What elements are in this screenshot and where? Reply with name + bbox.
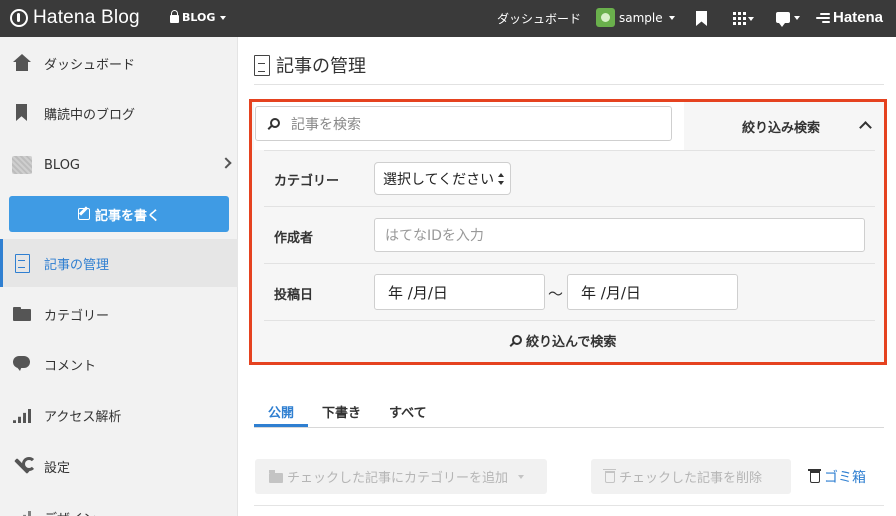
sidebar-item-settings[interactable]: 設定 [0, 442, 238, 490]
sidebar-item-article-management[interactable]: 記事の管理 [0, 239, 238, 287]
hatena-blog-logo-icon [10, 9, 28, 27]
design-icon [12, 507, 32, 516]
notifications-menu[interactable] [776, 12, 800, 27]
bar-chart-icon [12, 405, 32, 425]
page-title-text: 記事の管理 [276, 56, 366, 77]
date-filter-label: 投稿日 [274, 288, 314, 303]
tab-all[interactable]: すべて [375, 396, 441, 427]
sidebar-item-label: BLOG [44, 157, 81, 173]
write-article-button[interactable]: 記事を書く [9, 196, 229, 232]
chevron-right-icon [220, 157, 232, 169]
home-icon [12, 53, 32, 73]
category-select-value: 選択してください [383, 171, 495, 188]
sidebar-item-dashboard[interactable]: ダッシュボード [0, 39, 238, 87]
category-select[interactable]: 選択してください [374, 162, 511, 195]
sidebar-item-label: アクセス解析 [44, 409, 122, 425]
sidebar-item-label: ダッシュボード [44, 57, 136, 73]
delete-checked-label: チェックした記事を削除 [619, 471, 763, 486]
hatena-lines-icon [816, 12, 830, 23]
topbar-dashboard-link[interactable]: ダッシュボード [497, 10, 581, 27]
trash-icon [603, 468, 616, 483]
username: sample [619, 10, 663, 25]
tab-drafts[interactable]: 下書き [308, 396, 375, 427]
tab-published[interactable]: 公開 [254, 396, 309, 427]
sidebar-item-label: 記事の管理 [44, 257, 110, 273]
chevron-down-icon [748, 16, 754, 21]
bookmark-icon [12, 103, 32, 123]
date-range-separator: 〜 [548, 285, 564, 303]
lock-icon [170, 10, 179, 23]
trash-icon [808, 469, 821, 483]
comment-icon [12, 354, 32, 374]
divider [254, 505, 884, 506]
grid-icon [733, 12, 746, 25]
search-placeholder: 記事を検索 [291, 116, 361, 133]
search-icon [510, 335, 522, 346]
document-icon [254, 54, 270, 76]
logo-text: Hatena Blog [33, 7, 140, 28]
edit-icon [77, 208, 90, 220]
author-placeholder: はてなIDを入力 [385, 228, 484, 244]
folder-icon [269, 469, 283, 483]
date-to-value: 年 /月/日 [581, 283, 641, 302]
sidebar: ダッシュボード 購読中のブログ BLOG 記事を書く 記事の管理 カテゴリー コ… [0, 37, 238, 516]
narrow-search-toggle[interactable]: 絞り込み検索 [742, 117, 820, 136]
sidebar-item-analytics[interactable]: アクセス解析 [0, 391, 238, 439]
apps-menu[interactable] [733, 12, 754, 25]
trash-label: ゴミ箱 [824, 470, 866, 486]
category-filter-label: カテゴリー [274, 174, 340, 189]
search-icon [268, 118, 280, 129]
chevron-down-icon [668, 15, 675, 20]
comment-icon [776, 12, 790, 27]
add-category-button[interactable]: チェックした記事にカテゴリーを追加 [255, 459, 547, 494]
sidebar-item-label: カテゴリー [44, 308, 110, 324]
trash-link[interactable]: ゴミ箱 [808, 467, 866, 487]
top-bar: Hatena Blog BLOG ダッシュボード sample Hatena [0, 0, 896, 37]
sidebar-item-label: コメント [44, 358, 97, 374]
submit-label: 絞り込んで検索 [526, 335, 617, 350]
blog-selector[interactable]: BLOG [170, 10, 227, 24]
page-title: 記事の管理 [254, 52, 366, 78]
avatar [596, 8, 615, 27]
sidebar-item-label: デザイン [44, 508, 96, 516]
folder-icon [12, 304, 32, 324]
chevron-down-icon [220, 15, 227, 20]
sidebar-item-comments[interactable]: コメント [0, 340, 238, 388]
date-from-input[interactable]: 年 /月/日 [374, 274, 545, 310]
narrow-search-submit-button[interactable]: 絞り込んで検索 [510, 331, 616, 350]
add-category-label: チェックした記事にカテゴリーを追加 [287, 471, 509, 486]
user-menu[interactable]: sample [596, 8, 675, 27]
chevron-down-icon [794, 15, 800, 20]
divider [264, 150, 875, 151]
author-input[interactable]: はてなIDを入力 [374, 218, 865, 252]
bookmark-icon[interactable] [696, 11, 707, 26]
sidebar-item-design[interactable]: デザイン [0, 493, 238, 516]
divider [264, 263, 875, 264]
hatena-link[interactable]: Hatena [816, 9, 883, 26]
sidebar-item-label: 購読中のブログ [44, 107, 136, 123]
hatena-blog-logo[interactable]: Hatena Blog [10, 7, 140, 29]
date-to-input[interactable]: 年 /月/日 [567, 274, 738, 310]
hatena-text: Hatena [833, 9, 884, 26]
author-filter-label: 作成者 [274, 231, 314, 246]
divider [264, 206, 875, 207]
divider [254, 427, 884, 428]
sidebar-item-subscriptions[interactable]: 購読中のブログ [0, 89, 238, 137]
chevron-down-icon [518, 474, 525, 479]
sidebar-item-label: 設定 [44, 460, 71, 476]
delete-checked-button[interactable]: チェックした記事を削除 [591, 459, 791, 494]
blog-selector-label: BLOG [182, 11, 216, 24]
document-icon [12, 253, 32, 273]
divider [254, 84, 884, 85]
sidebar-item-categories[interactable]: カテゴリー [0, 290, 238, 338]
date-from-value: 年 /月/日 [388, 283, 448, 302]
divider [264, 320, 875, 321]
article-search-input[interactable]: 記事を検索 [255, 106, 672, 141]
blog-thumbnail-icon [12, 155, 32, 175]
sidebar-item-blog[interactable]: BLOG [0, 141, 238, 189]
wrench-icon [12, 456, 36, 476]
select-arrows-icon [498, 173, 505, 185]
write-article-label: 記事を書く [94, 208, 160, 224]
status-tabs: 公開 下書き すべて [254, 396, 441, 427]
